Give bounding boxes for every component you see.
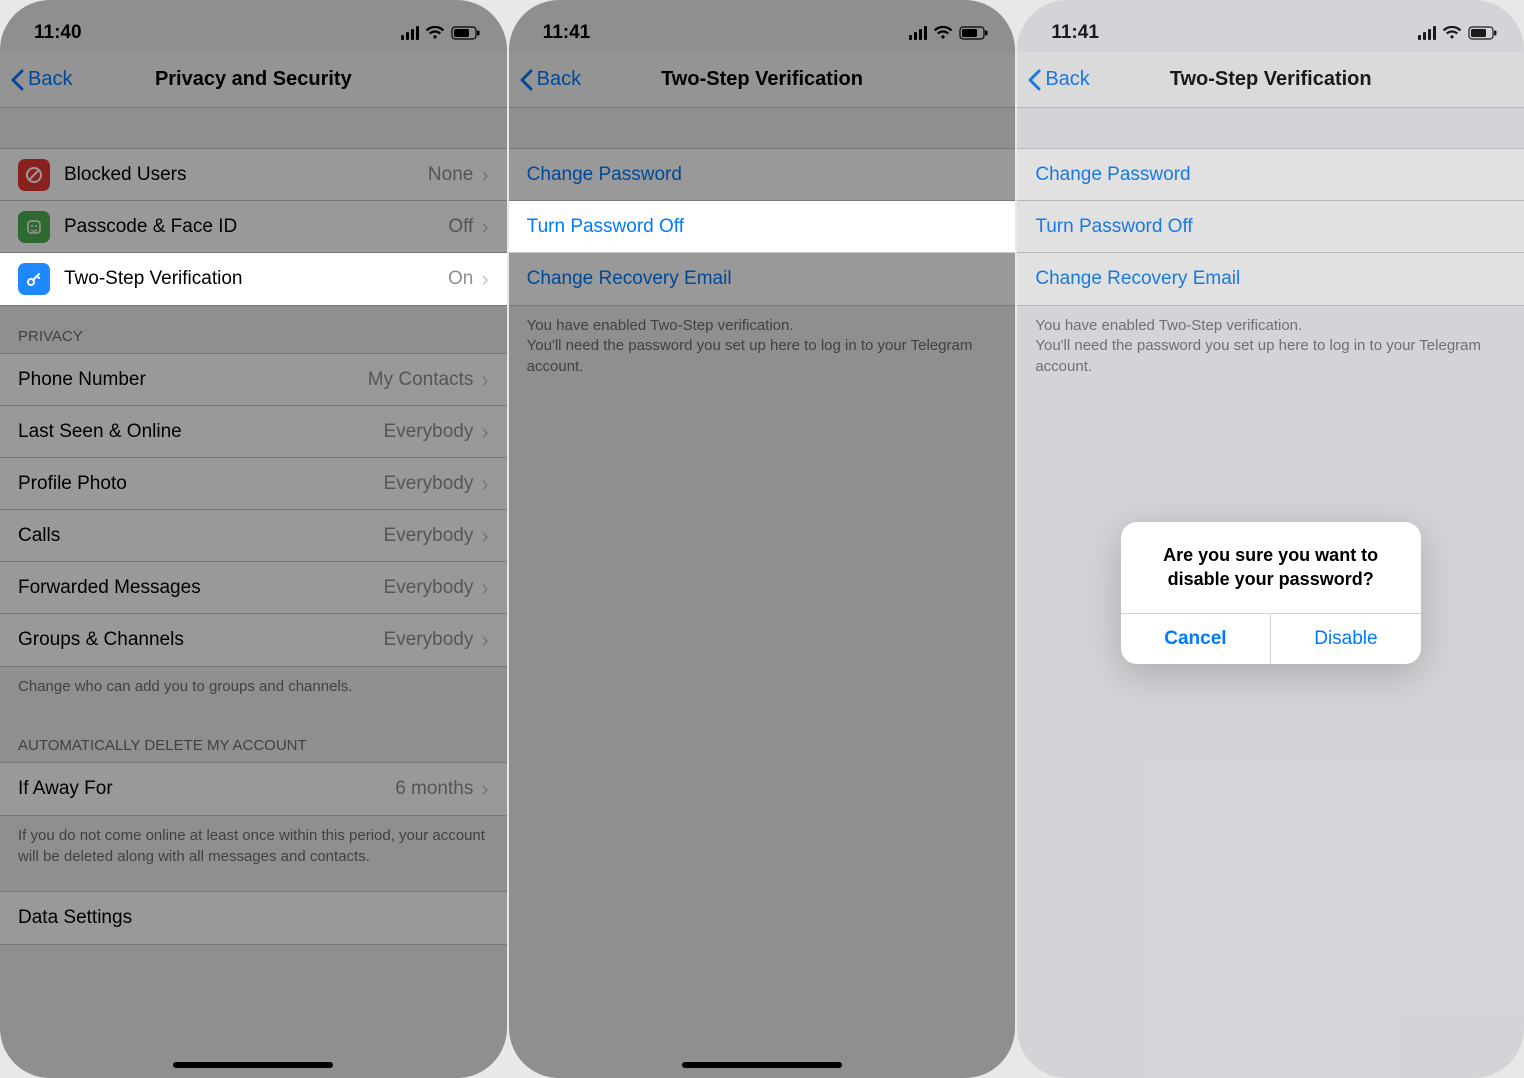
chevron-right-icon: › bbox=[481, 471, 488, 497]
page-title: Two-Step Verification bbox=[509, 68, 1016, 91]
row-label: Profile Photo bbox=[18, 473, 384, 495]
row-label: Groups & Channels bbox=[18, 629, 384, 651]
screen-two-step-highlight: 11:41 Back Two-Step Verification Change … bbox=[509, 0, 1016, 1078]
row-label: Turn Password Off bbox=[527, 216, 684, 238]
chevron-right-icon: › bbox=[481, 575, 488, 601]
data-settings-row[interactable]: Data Settings bbox=[0, 892, 507, 944]
row-value: None bbox=[428, 164, 473, 186]
chevron-right-icon: › bbox=[481, 214, 488, 240]
row-value: Everybody bbox=[384, 525, 474, 547]
nav-bar: Back Two-Step Verification bbox=[1017, 52, 1524, 108]
privacy-footer: Change who can add you to groups and cha… bbox=[0, 667, 507, 715]
home-indicator[interactable] bbox=[173, 1062, 333, 1068]
chevron-right-icon: › bbox=[481, 419, 488, 445]
home-indicator[interactable] bbox=[682, 1062, 842, 1068]
disable-button[interactable]: Disable bbox=[1271, 614, 1421, 664]
status-bar: 11:41 bbox=[509, 0, 1016, 52]
row-label: Passcode & Face ID bbox=[64, 216, 448, 238]
battery-icon bbox=[1468, 26, 1498, 40]
change-recovery-email-row[interactable]: Change Recovery Email bbox=[509, 253, 1016, 305]
blocked-icon bbox=[18, 159, 50, 191]
two-step-verification-row[interactable]: Two-Step Verification On › bbox=[0, 253, 507, 305]
profile-photo-row[interactable]: Profile Photo Everybody › bbox=[0, 458, 507, 510]
chevron-right-icon: › bbox=[481, 523, 488, 549]
calls-row[interactable]: Calls Everybody › bbox=[0, 510, 507, 562]
back-label: Back bbox=[537, 68, 581, 91]
row-value: Everybody bbox=[384, 421, 474, 443]
alert-backdrop: Are you sure you want to disable your pa… bbox=[1017, 108, 1524, 1078]
row-label: Data Settings bbox=[18, 907, 489, 929]
turn-password-off-row[interactable]: Turn Password Off bbox=[509, 201, 1016, 253]
chevron-left-icon bbox=[10, 69, 24, 91]
wifi-icon bbox=[425, 26, 445, 40]
row-value: 6 months bbox=[395, 778, 473, 800]
back-button[interactable]: Back bbox=[1017, 68, 1089, 91]
row-label: Change Recovery Email bbox=[527, 268, 732, 290]
wifi-icon bbox=[933, 26, 953, 40]
delete-section-header: Automatically delete my account bbox=[0, 715, 507, 762]
status-time: 11:40 bbox=[34, 22, 82, 44]
row-value: Everybody bbox=[384, 473, 474, 495]
status-time: 11:41 bbox=[543, 22, 591, 44]
cancel-button[interactable]: Cancel bbox=[1121, 614, 1272, 664]
chevron-right-icon: › bbox=[481, 367, 488, 393]
two-step-footer: You have enabled Two-Step verification. … bbox=[509, 306, 1016, 395]
row-label: If Away For bbox=[18, 778, 395, 800]
if-away-for-row[interactable]: If Away For 6 months › bbox=[0, 763, 507, 815]
groups-row[interactable]: Groups & Channels Everybody › bbox=[0, 614, 507, 666]
row-label: Change Password bbox=[527, 164, 682, 186]
page-title: Two-Step Verification bbox=[1017, 68, 1524, 91]
chevron-left-icon bbox=[1027, 69, 1041, 91]
row-value: On bbox=[448, 268, 473, 290]
chevron-right-icon: › bbox=[481, 162, 488, 188]
row-value: My Contacts bbox=[368, 369, 474, 391]
screen-two-step-alert: 11:41 Back Two-Step Verification Change … bbox=[1017, 0, 1524, 1078]
row-value: Everybody bbox=[384, 577, 474, 599]
row-value: Off bbox=[448, 216, 473, 238]
row-label: Two-Step Verification bbox=[64, 268, 448, 290]
row-value: Everybody bbox=[384, 629, 474, 651]
passcode-row[interactable]: Passcode & Face ID Off › bbox=[0, 201, 507, 253]
passcode-icon bbox=[18, 211, 50, 243]
back-button[interactable]: Back bbox=[509, 68, 581, 91]
wifi-icon bbox=[1442, 26, 1462, 40]
forwarded-row[interactable]: Forwarded Messages Everybody › bbox=[0, 562, 507, 614]
status-time: 11:41 bbox=[1051, 22, 1099, 44]
cellular-icon bbox=[1418, 26, 1436, 40]
status-bar: 11:40 bbox=[0, 0, 507, 52]
screen-privacy-security: 11:40 Back Privacy and Security Blocked … bbox=[0, 0, 507, 1078]
change-password-row[interactable]: Change Password bbox=[509, 149, 1016, 201]
back-label: Back bbox=[1045, 68, 1089, 91]
row-label: Forwarded Messages bbox=[18, 577, 384, 599]
row-label: Last Seen & Online bbox=[18, 421, 384, 443]
back-button[interactable]: Back bbox=[0, 68, 72, 91]
page-title: Privacy and Security bbox=[0, 68, 507, 91]
chevron-left-icon bbox=[519, 69, 533, 91]
nav-bar: Back Two-Step Verification bbox=[509, 52, 1016, 108]
privacy-group: Phone Number My Contacts › Last Seen & O… bbox=[0, 353, 507, 667]
back-label: Back bbox=[28, 68, 72, 91]
cellular-icon bbox=[909, 26, 927, 40]
chevron-right-icon: › bbox=[481, 627, 488, 653]
disable-password-alert: Are you sure you want to disable your pa… bbox=[1121, 522, 1421, 664]
last-seen-row[interactable]: Last Seen & Online Everybody › bbox=[0, 406, 507, 458]
key-icon bbox=[18, 263, 50, 295]
phone-number-row[interactable]: Phone Number My Contacts › bbox=[0, 354, 507, 406]
alert-message: Are you sure you want to disable your pa… bbox=[1121, 522, 1421, 613]
battery-icon bbox=[959, 26, 989, 40]
chevron-right-icon: › bbox=[481, 776, 488, 802]
privacy-section-header: Privacy bbox=[0, 306, 507, 353]
status-bar: 11:41 bbox=[1017, 0, 1524, 52]
delete-footer: If you do not come online at least once … bbox=[0, 816, 507, 885]
blocked-users-row[interactable]: Blocked Users None › bbox=[0, 149, 507, 201]
row-label: Blocked Users bbox=[64, 164, 428, 186]
chevron-right-icon: › bbox=[481, 266, 488, 292]
row-label: Calls bbox=[18, 525, 384, 547]
cellular-icon bbox=[401, 26, 419, 40]
nav-bar: Back Privacy and Security bbox=[0, 52, 507, 108]
battery-icon bbox=[451, 26, 481, 40]
row-label: Phone Number bbox=[18, 369, 368, 391]
